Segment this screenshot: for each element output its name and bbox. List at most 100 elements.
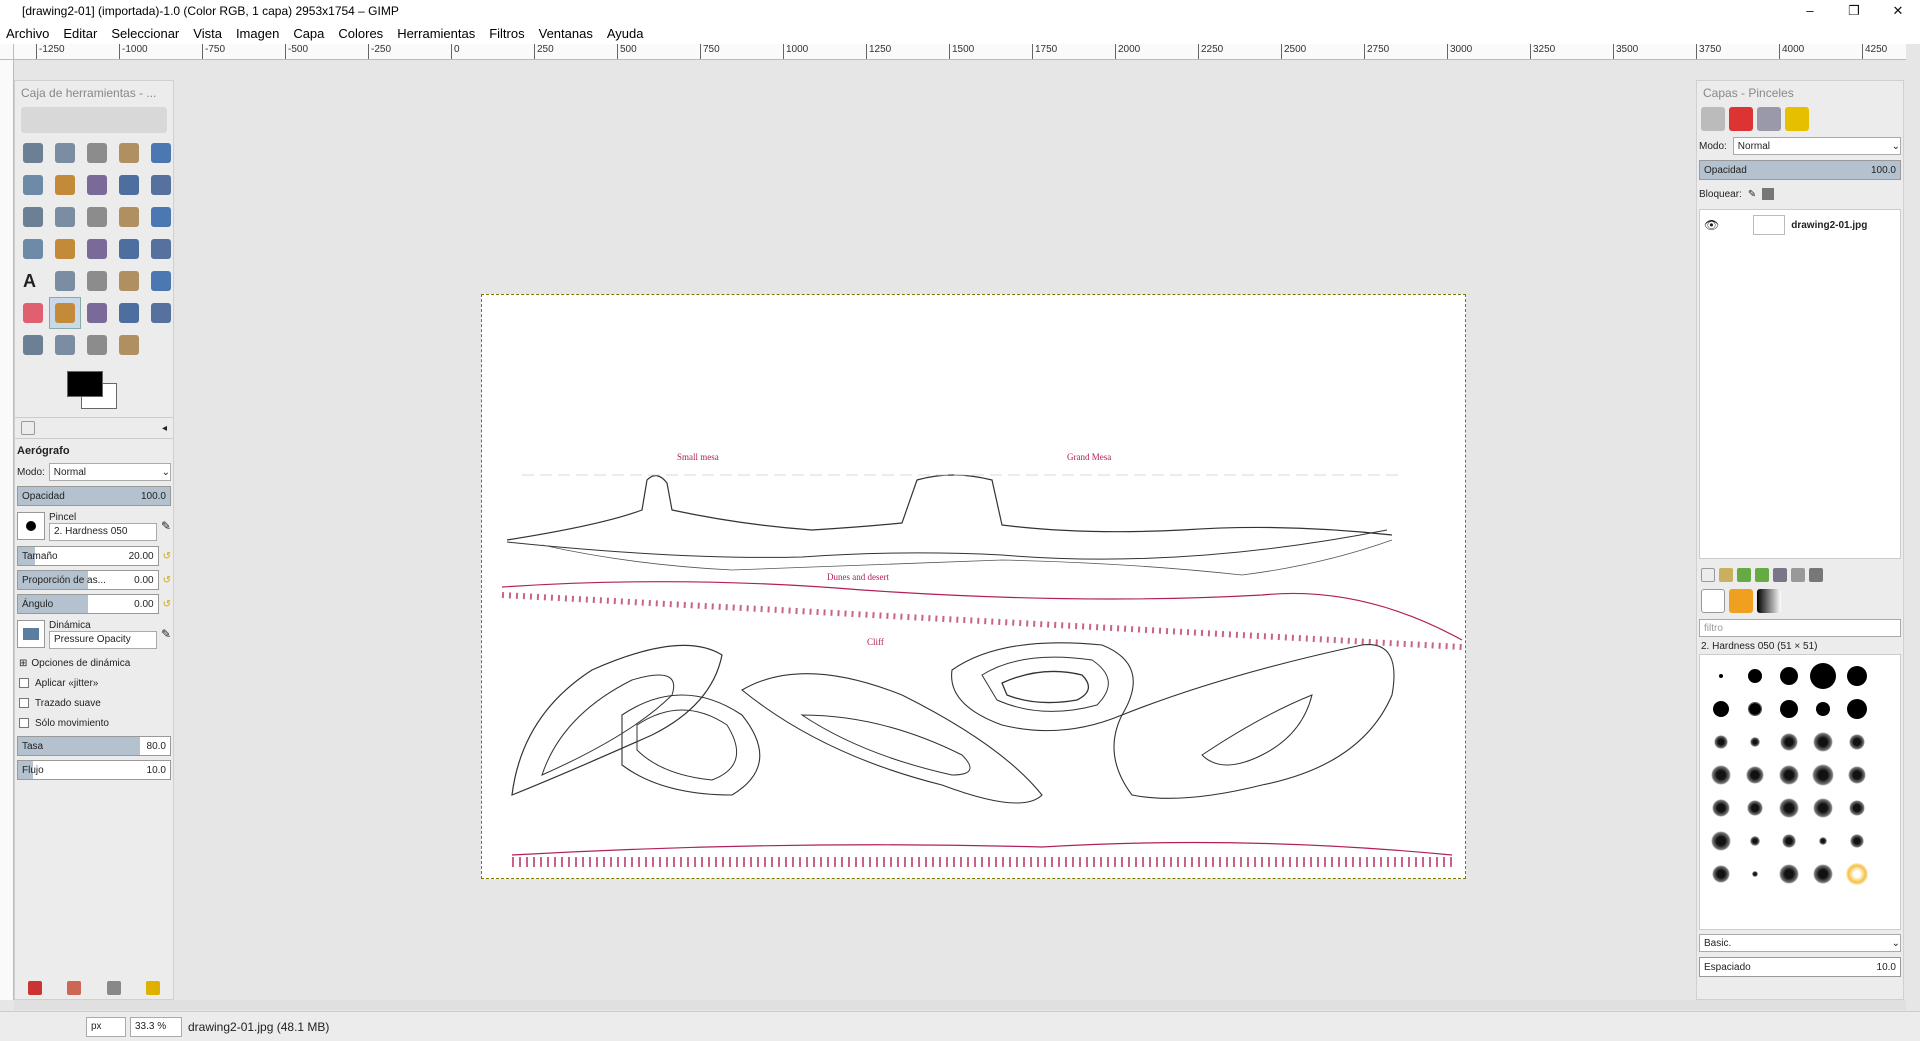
shear-tool[interactable] [49,233,81,265]
move-tool[interactable] [49,201,81,233]
brush-cell[interactable] [1806,857,1840,890]
heal-tool[interactable] [145,297,177,329]
brush-cell[interactable] [1772,758,1806,791]
paths-tool[interactable] [81,169,113,201]
menu-imagen[interactable]: Imagen [236,26,279,41]
save-preset-icon[interactable] [27,981,42,995]
brush-cell[interactable] [1840,824,1874,857]
unit-select[interactable]: px [86,1016,126,1037]
reset-aspect-icon[interactable]: ↺ [163,575,171,586]
raise-layer-icon[interactable] [1737,568,1751,582]
brush-cell[interactable] [1772,791,1806,824]
smooth-check[interactable] [19,698,29,708]
brush-cell[interactable] [1704,824,1738,857]
reset-size-icon[interactable]: ↺ [163,551,171,562]
horizontal-ruler[interactable]: -1250 -1000 -750 -500 -250 0 250 500 750 1000 1250… [14,44,1906,60]
lock-alpha-icon[interactable] [1762,188,1775,200]
brush-cell[interactable] [1704,692,1738,725]
patterns-tab-icon[interactable] [1729,589,1753,613]
smooth-checkbox[interactable]: Trazado suave [19,693,173,713]
brush-cell[interactable] [1840,725,1874,758]
layer-row[interactable]: 👁 drawing2-01.jpg [1700,210,1900,240]
size-slider[interactable]: Tamaño 20.00 [17,546,159,566]
brush-cell[interactable] [1806,692,1840,725]
rate-slider[interactable]: Tasa 80.0 [17,736,171,756]
brush-cell[interactable] [1806,791,1840,824]
color-picker-tool[interactable] [113,169,145,201]
brush-cell[interactable] [1840,758,1874,791]
close-button[interactable]: ✕ [1876,0,1920,22]
tool-options-tab-icon[interactable] [21,421,35,435]
menu-editar[interactable]: Editar [63,26,97,41]
anchor-layer-icon[interactable] [1791,568,1805,582]
gradients-tab-icon[interactable] [1757,589,1781,613]
edit-brush-icon[interactable]: ✎ [161,519,171,533]
edit-dynamics-icon[interactable]: ✎ [161,627,171,641]
brush-cell[interactable] [1806,725,1840,758]
fuzzy-select-tool[interactable] [113,137,145,169]
new-layer-icon[interactable] [1701,568,1715,582]
zoom-select[interactable]: 33.3 % [130,1016,182,1037]
free-select-tool[interactable] [81,137,113,169]
foreground-select-tool[interactable] [49,169,81,201]
brush-tag-select[interactable]: Basic. ⌄ [1699,934,1901,952]
menu-archivo[interactable]: Archivo [6,26,49,41]
delete-preset-icon[interactable] [106,981,121,995]
flow-slider[interactable]: Flujo 10.0 [17,760,171,780]
angle-slider[interactable]: Ángulo 0.00 [17,594,159,614]
paintbrush-tool[interactable] [145,265,177,297]
restore-preset-icon[interactable] [67,981,82,995]
new-group-icon[interactable] [1719,568,1733,582]
delete-layer-icon[interactable] [1809,568,1823,582]
align-tool[interactable] [81,201,113,233]
airbrush-tool[interactable] [49,297,81,329]
gradient-tool[interactable] [81,265,113,297]
brush-cell[interactable] [1772,692,1806,725]
clone-tool[interactable] [113,297,145,329]
jitter-check[interactable] [19,678,29,688]
brush-cell[interactable] [1840,857,1874,890]
brush-cell[interactable] [1738,758,1772,791]
brush-cell[interactable] [1704,791,1738,824]
brush-cell[interactable] [1840,659,1874,692]
brush-cell[interactable] [1840,692,1874,725]
rect-select-tool[interactable] [17,137,49,169]
brush-cell[interactable] [1738,857,1772,890]
brush-cell[interactable] [1772,659,1806,692]
scissors-select-tool[interactable] [17,169,49,201]
ink-tool[interactable] [81,297,113,329]
duplicate-layer-icon[interactable] [1773,568,1787,582]
zoom-tool[interactable] [145,169,177,201]
crop-tool[interactable] [113,201,145,233]
text-tool[interactable]: A [17,265,49,297]
maximize-button[interactable]: ❐ [1832,0,1876,22]
menu-capa[interactable]: Capa [293,26,324,41]
brush-cell[interactable] [1738,659,1772,692]
lower-layer-icon[interactable] [1755,568,1769,582]
ruler-corner[interactable] [0,44,14,60]
menu-herramientas[interactable]: Herramientas [397,26,475,41]
measure-tool[interactable] [17,201,49,233]
brushes-tab-icon[interactable] [1701,589,1725,613]
perspective-tool[interactable] [81,233,113,265]
menu-colores[interactable]: Colores [338,26,383,41]
menu-filtros[interactable]: Filtros [489,26,524,41]
brush-cell[interactable] [1772,824,1806,857]
layer-opacity-slider[interactable]: Opacidad 100.0 [1699,160,1901,180]
brush-preview[interactable] [17,512,45,540]
undo-history-tab-icon[interactable] [1785,107,1809,131]
spacing-slider[interactable]: Espaciado 10.0 [1699,957,1901,977]
brush-name-field[interactable]: 2. Hardness 050 [49,522,157,541]
brush-cell[interactable] [1772,857,1806,890]
minimize-button[interactable]: – [1788,0,1832,22]
brush-cell[interactable] [1806,758,1840,791]
scale-tool[interactable] [17,233,49,265]
motion-only-check[interactable] [19,718,29,728]
blur-tool[interactable] [49,329,81,361]
eye-icon[interactable]: 👁 [1704,218,1719,232]
brush-cell[interactable] [1704,857,1738,890]
smudge-tool[interactable] [81,329,113,361]
by-color-select-tool[interactable] [145,137,177,169]
brush-cell[interactable] [1738,791,1772,824]
menu-ventanas[interactable]: Ventanas [539,26,593,41]
